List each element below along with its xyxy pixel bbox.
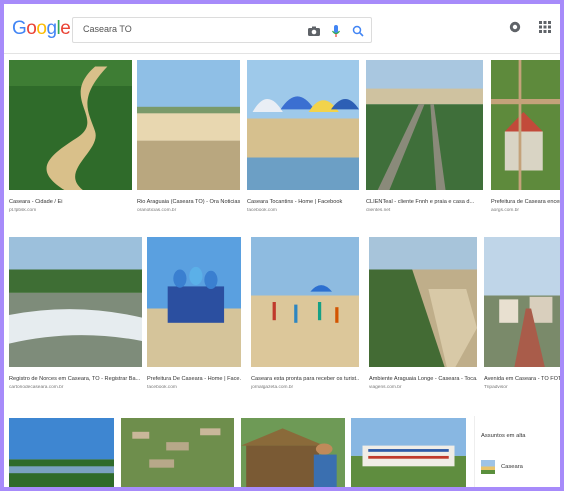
settings-icon[interactable] — [508, 20, 522, 34]
image-result[interactable]: Caseara Tocantins - Home | Facebook faceb… — [247, 60, 359, 218]
logo-letter: G — [12, 18, 27, 39]
camera-icon[interactable] — [307, 24, 321, 38]
result-thumbnail[interactable] — [137, 60, 240, 190]
image-result[interactable]: Ambiente Araguaia Longe - Caseara - Toca… — [369, 237, 477, 395]
result-thumbnail[interactable] — [9, 418, 114, 487]
result-caption[interactable]: Ambiente Araguaia Longe - Caseara - Toca… — [369, 376, 477, 382]
image-result[interactable]: Rio Araguaia (Caseara TO) - Ora Noticias… — [137, 60, 240, 218]
logo-letter: g — [46, 18, 57, 39]
logo-letter: e — [60, 18, 71, 39]
result-thumbnail[interactable] — [121, 418, 234, 487]
result-caption[interactable]: Rio Araguaia (Caseara TO) - Ora Noticias — [137, 199, 240, 205]
result-source: facebook.com — [147, 385, 177, 390]
related-item[interactable]: Caseara — [481, 460, 523, 474]
result-thumbnail[interactable] — [484, 237, 560, 367]
image-result[interactable]: Caseara - Cidade / Ei pt.fpbsk.com — [9, 60, 132, 218]
image-result[interactable]: Registro de Norces em Caseara, TO - Regi… — [9, 237, 142, 395]
search-header: Google Caseara TO — [4, 4, 560, 54]
result-caption[interactable]: Prefeitura de Caseara encerra... — [491, 199, 560, 205]
result-thumbnail[interactable] — [9, 60, 132, 190]
related-topics-panel: Assuntos em alta Caseara — [474, 416, 560, 487]
related-title: Assuntos em alta — [481, 433, 526, 439]
image-result[interactable]: Prefeitura de Caseara encerra... aorgs.co… — [491, 60, 560, 218]
image-result[interactable] — [241, 418, 345, 487]
apps-grid-icon[interactable] — [538, 20, 552, 34]
result-thumbnail[interactable] — [251, 237, 359, 367]
result-thumbnail[interactable] — [491, 60, 560, 190]
image-result[interactable] — [351, 418, 466, 487]
result-source: cartoriodecaseara.com.br — [9, 385, 64, 390]
result-source: pt.fpbsk.com — [9, 208, 37, 213]
image-result[interactable]: Caseara esta pronta para receber os turi… — [251, 237, 359, 395]
result-thumbnail[interactable] — [241, 418, 345, 487]
result-source: clientes.net — [366, 208, 391, 213]
google-logo[interactable]: Google — [12, 18, 71, 40]
microphone-icon[interactable] — [329, 24, 343, 38]
browser-page: Google Caseara TO Caseara - Cidade / Ei … — [4, 4, 560, 487]
result-caption[interactable]: CLIENTeal - cliente Fnnh e praia e casa … — [366, 199, 483, 205]
image-result[interactable]: Prefeitura De Caseara - Home | Face... fa… — [147, 237, 241, 395]
result-caption[interactable]: Caseara Tocantins - Home | Facebook — [247, 199, 359, 205]
result-source: jornalgazeta.com.br — [251, 385, 294, 390]
result-thumbnail[interactable] — [369, 237, 477, 367]
result-thumbnail[interactable] — [351, 418, 466, 487]
result-source: Tripadvisor — [484, 385, 508, 390]
result-source: oranoticias.com.br — [137, 208, 177, 213]
search-box[interactable]: Caseara TO — [72, 17, 372, 43]
logo-letter: o — [26, 18, 37, 39]
result-caption[interactable]: Prefeitura De Caseara - Home | Face... — [147, 376, 241, 382]
search-icon[interactable] — [351, 24, 365, 38]
result-caption[interactable]: Caseara - Cidade / Ei — [9, 199, 132, 205]
related-item-thumbnail — [481, 460, 495, 474]
result-caption[interactable]: Registro de Norces em Caseara, TO - Regi… — [9, 376, 142, 382]
image-result[interactable] — [9, 418, 114, 487]
result-source: viagens.com.br — [369, 385, 402, 390]
image-result[interactable]: CLIENTeal - cliente Fnnh e praia e casa … — [366, 60, 483, 218]
result-thumbnail[interactable] — [366, 60, 483, 190]
result-thumbnail[interactable] — [9, 237, 142, 367]
result-source: aorgs.com.br — [491, 208, 519, 213]
image-result[interactable] — [121, 418, 234, 487]
logo-letter: o — [36, 18, 47, 39]
search-input[interactable]: Caseara TO — [83, 24, 132, 34]
result-caption[interactable]: Avenida em Caseara - TO FOTO — [484, 376, 560, 382]
result-thumbnail[interactable] — [247, 60, 359, 190]
result-source: facebook.com — [247, 208, 277, 213]
related-item-label: Caseara — [501, 464, 523, 470]
result-caption[interactable]: Caseara esta pronta para receber os turi… — [251, 376, 359, 382]
result-thumbnail[interactable] — [147, 237, 241, 367]
image-result[interactable]: Avenida em Caseara - TO FOTO Tripadvisor — [484, 237, 560, 395]
